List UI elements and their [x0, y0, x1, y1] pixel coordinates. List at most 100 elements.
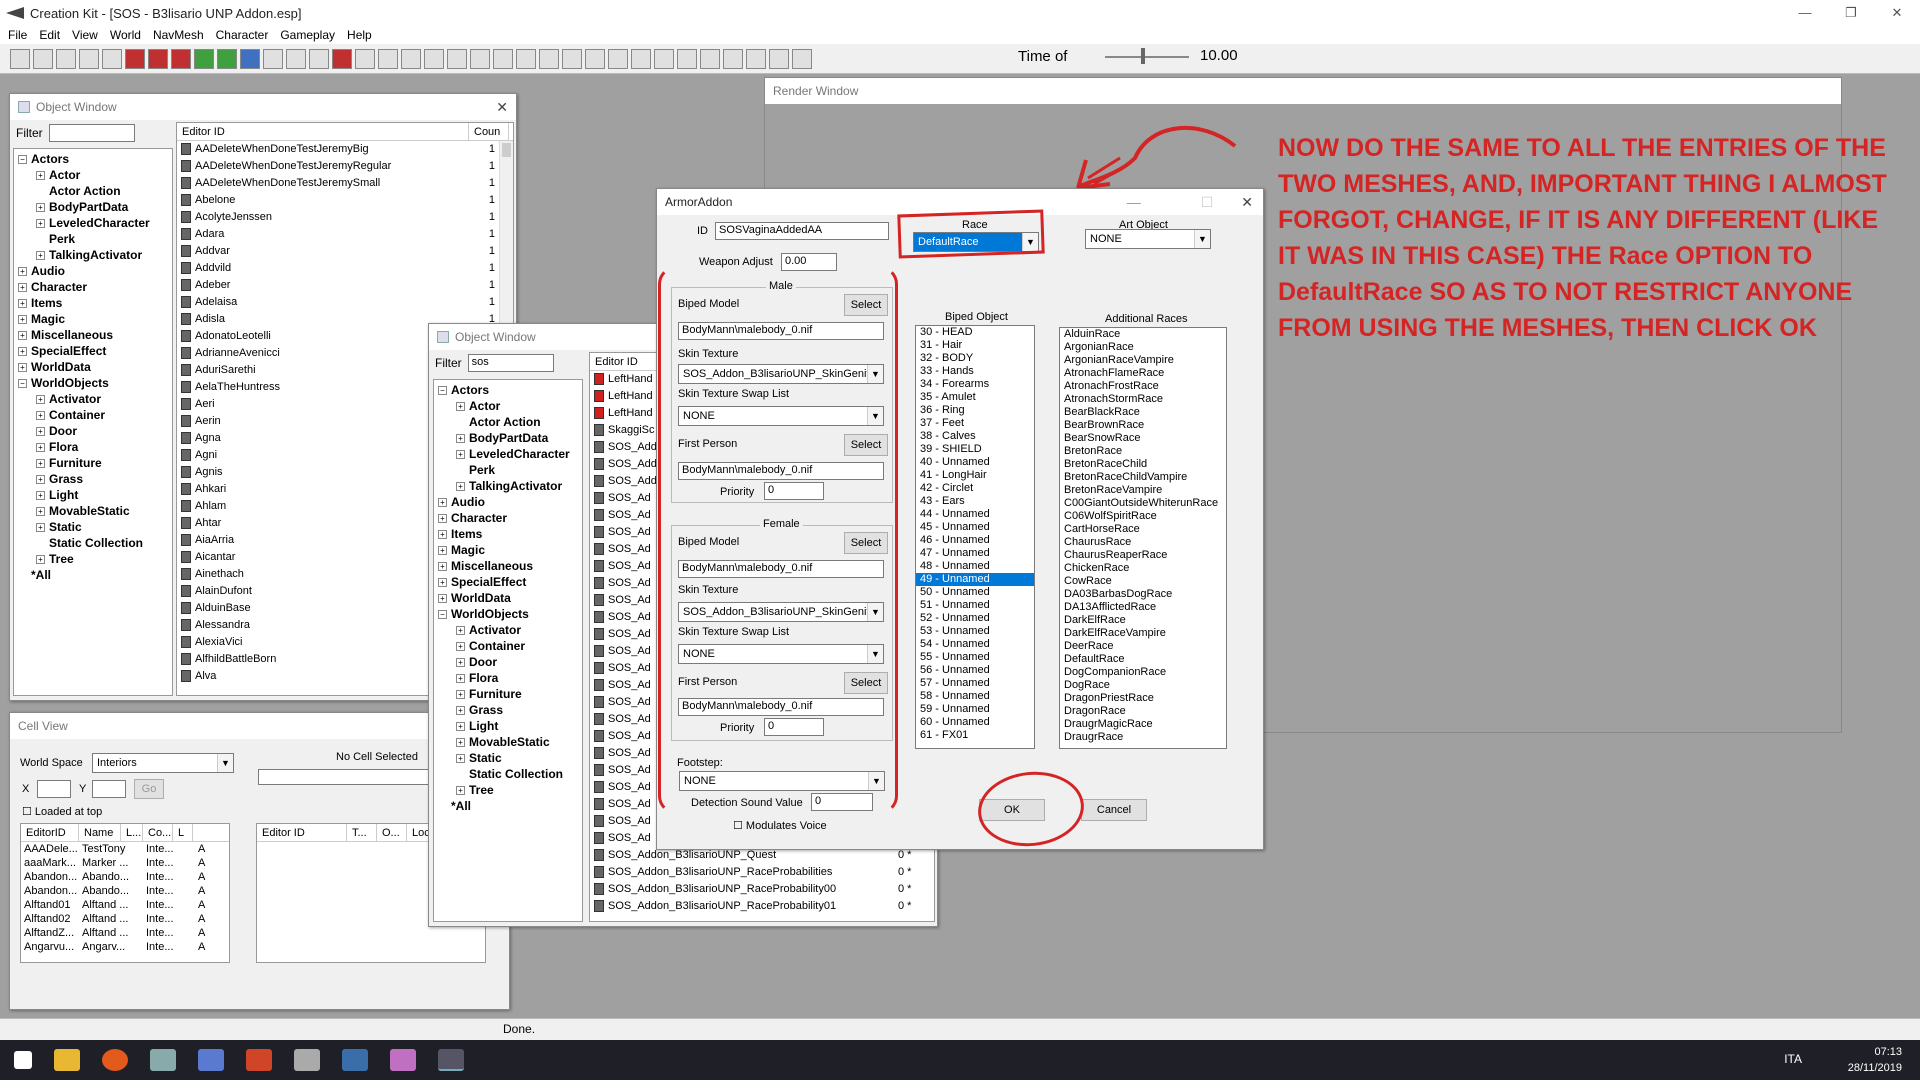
toolbar-button-icon[interactable]	[56, 48, 76, 69]
list-item[interactable]: BretonRaceChildVampire	[1060, 471, 1226, 484]
tree-item[interactable]: − Actors	[434, 382, 582, 398]
tree-item[interactable]: + Grass	[14, 471, 172, 487]
tree-item[interactable]: + Furniture	[14, 455, 172, 471]
expand-icon[interactable]: +	[36, 491, 45, 501]
cell-col-header[interactable]: EditorID	[21, 824, 79, 841]
expand-icon[interactable]: −	[18, 155, 27, 165]
tree-item[interactable]: + Container	[14, 407, 172, 423]
list-item[interactable]: BretonRace	[1060, 445, 1226, 458]
toolbar-button-icon[interactable]	[102, 48, 122, 69]
list-item[interactable]: AtronachFrostRace	[1060, 380, 1226, 393]
expand-icon[interactable]: +	[36, 395, 45, 405]
table-row[interactable]: Abandon... Abando... Inte... A	[21, 884, 229, 898]
tree-item[interactable]: Perk	[434, 462, 582, 478]
tree-item[interactable]: + Audio	[14, 263, 172, 279]
toolbar-button-icon[interactable]	[654, 48, 674, 69]
list-item[interactable]: 47 - Unnamed	[916, 547, 1034, 560]
list-item[interactable]: DogCompanionRace	[1060, 666, 1226, 679]
list-item[interactable]: AtronachFlameRace	[1060, 367, 1226, 380]
list-item[interactable]: C00GiantOutsideWhiterunRace	[1060, 497, 1226, 510]
table-row[interactable]: SOS_Addon_B3lisarioUNP_RaceProbability00…	[590, 881, 934, 898]
tree-item[interactable]: + LeveledCharacter	[434, 446, 582, 462]
list-item[interactable]: 49 - Unnamed	[916, 573, 1034, 586]
list-item[interactable]: 53 - Unnamed	[916, 625, 1034, 638]
expand-icon[interactable]: +	[438, 578, 447, 588]
tree-item[interactable]: − Actors	[14, 151, 172, 167]
list-item[interactable]: 30 - HEAD	[916, 326, 1034, 339]
toolbar-button-icon[interactable]	[332, 48, 352, 69]
expand-icon[interactable]: +	[456, 434, 465, 444]
tree-item[interactable]: − WorldObjects	[434, 606, 582, 622]
category-tree[interactable]: − Actors + Actor Actor Action + BodyPartData + L…	[13, 148, 173, 696]
tree-item[interactable]: + Light	[14, 487, 172, 503]
toolbar-button-icon[interactable]	[33, 48, 53, 69]
filter-input[interactable]	[48, 124, 135, 142]
tree-item[interactable]: + Light	[434, 718, 582, 734]
expand-icon[interactable]: +	[456, 722, 465, 732]
toolbar-button-icon[interactable]	[700, 48, 720, 69]
tree-item[interactable]: + LeveledCharacter	[14, 215, 172, 231]
tree-item[interactable]: Actor Action	[14, 183, 172, 199]
toolbar-button-icon[interactable]	[10, 48, 30, 69]
toolbar-button-icon[interactable]	[470, 48, 490, 69]
menu-navmesh[interactable]: NavMesh	[153, 28, 204, 42]
toolbar-button-icon[interactable]	[355, 48, 375, 69]
list-item[interactable]: 60 - Unnamed	[916, 716, 1034, 729]
windows-start-icon[interactable]	[14, 1051, 32, 1069]
close-icon[interactable]: ✕	[496, 99, 508, 116]
cell-col-header[interactable]: L...	[121, 824, 143, 841]
tree-item[interactable]: Perk	[14, 231, 172, 247]
tree-item[interactable]: + Door	[434, 654, 582, 670]
maximize-icon[interactable]: ☐	[1201, 194, 1214, 211]
tree-item[interactable]: *All	[14, 567, 172, 583]
expand-icon[interactable]: +	[438, 498, 447, 508]
expand-icon[interactable]: +	[36, 219, 45, 229]
scroll-thumb[interactable]	[502, 143, 511, 157]
table-row[interactable]: Adara 1	[177, 226, 513, 243]
toolbar-button-icon[interactable]	[723, 48, 743, 69]
list-item[interactable]: 58 - Unnamed	[916, 690, 1034, 703]
list-item[interactable]: 50 - Unnamed	[916, 586, 1034, 599]
toolbar-button-icon[interactable]	[769, 48, 789, 69]
list-item[interactable]: AlduinRace	[1060, 328, 1226, 341]
expand-icon[interactable]: +	[36, 251, 45, 261]
x-coordinate-input[interactable]	[37, 780, 71, 798]
list-item[interactable]: 37 - Feet	[916, 417, 1034, 430]
minimize-icon[interactable]: —	[1127, 194, 1141, 210]
app-icon[interactable]	[390, 1049, 416, 1071]
toolbar-button-icon[interactable]	[79, 48, 99, 69]
tree-item[interactable]: + Static	[434, 750, 582, 766]
cell-col-header[interactable]: Co...	[143, 824, 173, 841]
table-row[interactable]: AAADele... TestTony Inte... A	[21, 842, 229, 856]
expand-icon[interactable]: +	[18, 283, 27, 293]
table-row[interactable]: Adelaisa 1	[177, 294, 513, 311]
expand-icon[interactable]: +	[438, 530, 447, 540]
menu-help[interactable]: Help	[347, 28, 372, 42]
world-space-combo[interactable]: Interiors ▼	[92, 753, 234, 773]
toolbar-button-icon[interactable]	[608, 48, 628, 69]
expand-icon[interactable]: +	[36, 459, 45, 469]
tree-item[interactable]: + Door	[14, 423, 172, 439]
cell-list[interactable]: EditorID Name L... Co... L AAADele... TestTon…	[20, 823, 230, 963]
list-item[interactable]: 43 - Ears	[916, 495, 1034, 508]
list-item[interactable]: C06WolfSpiritRace	[1060, 510, 1226, 523]
list-item[interactable]: 59 - Unnamed	[916, 703, 1034, 716]
expand-icon[interactable]: −	[18, 379, 27, 389]
expand-icon[interactable]: +	[36, 555, 45, 565]
tree-item[interactable]: + Items	[434, 526, 582, 542]
tree-item[interactable]: + Tree	[434, 782, 582, 798]
expand-icon[interactable]: +	[36, 427, 45, 437]
app-icon[interactable]	[198, 1049, 224, 1071]
id-input[interactable]: SOSVaginaAddedAA	[715, 222, 889, 240]
time-of-day-slider-thumb[interactable]	[1140, 48, 1145, 64]
app-icon[interactable]	[342, 1049, 368, 1071]
list-item[interactable]: 48 - Unnamed	[916, 560, 1034, 573]
list-item[interactable]: DarkElfRaceVampire	[1060, 627, 1226, 640]
list-item[interactable]: CowRace	[1060, 575, 1226, 588]
tree-item[interactable]: + Character	[14, 279, 172, 295]
expand-icon[interactable]: +	[36, 475, 45, 485]
expand-icon[interactable]: +	[36, 507, 45, 517]
additional-races-list[interactable]: AlduinRace ArgonianRace ArgonianRaceVampir…	[1059, 327, 1227, 749]
table-row[interactable]: SOS_Addon_B3lisarioUNP_RaceProbability01…	[590, 898, 934, 915]
expand-icon[interactable]: +	[456, 706, 465, 716]
